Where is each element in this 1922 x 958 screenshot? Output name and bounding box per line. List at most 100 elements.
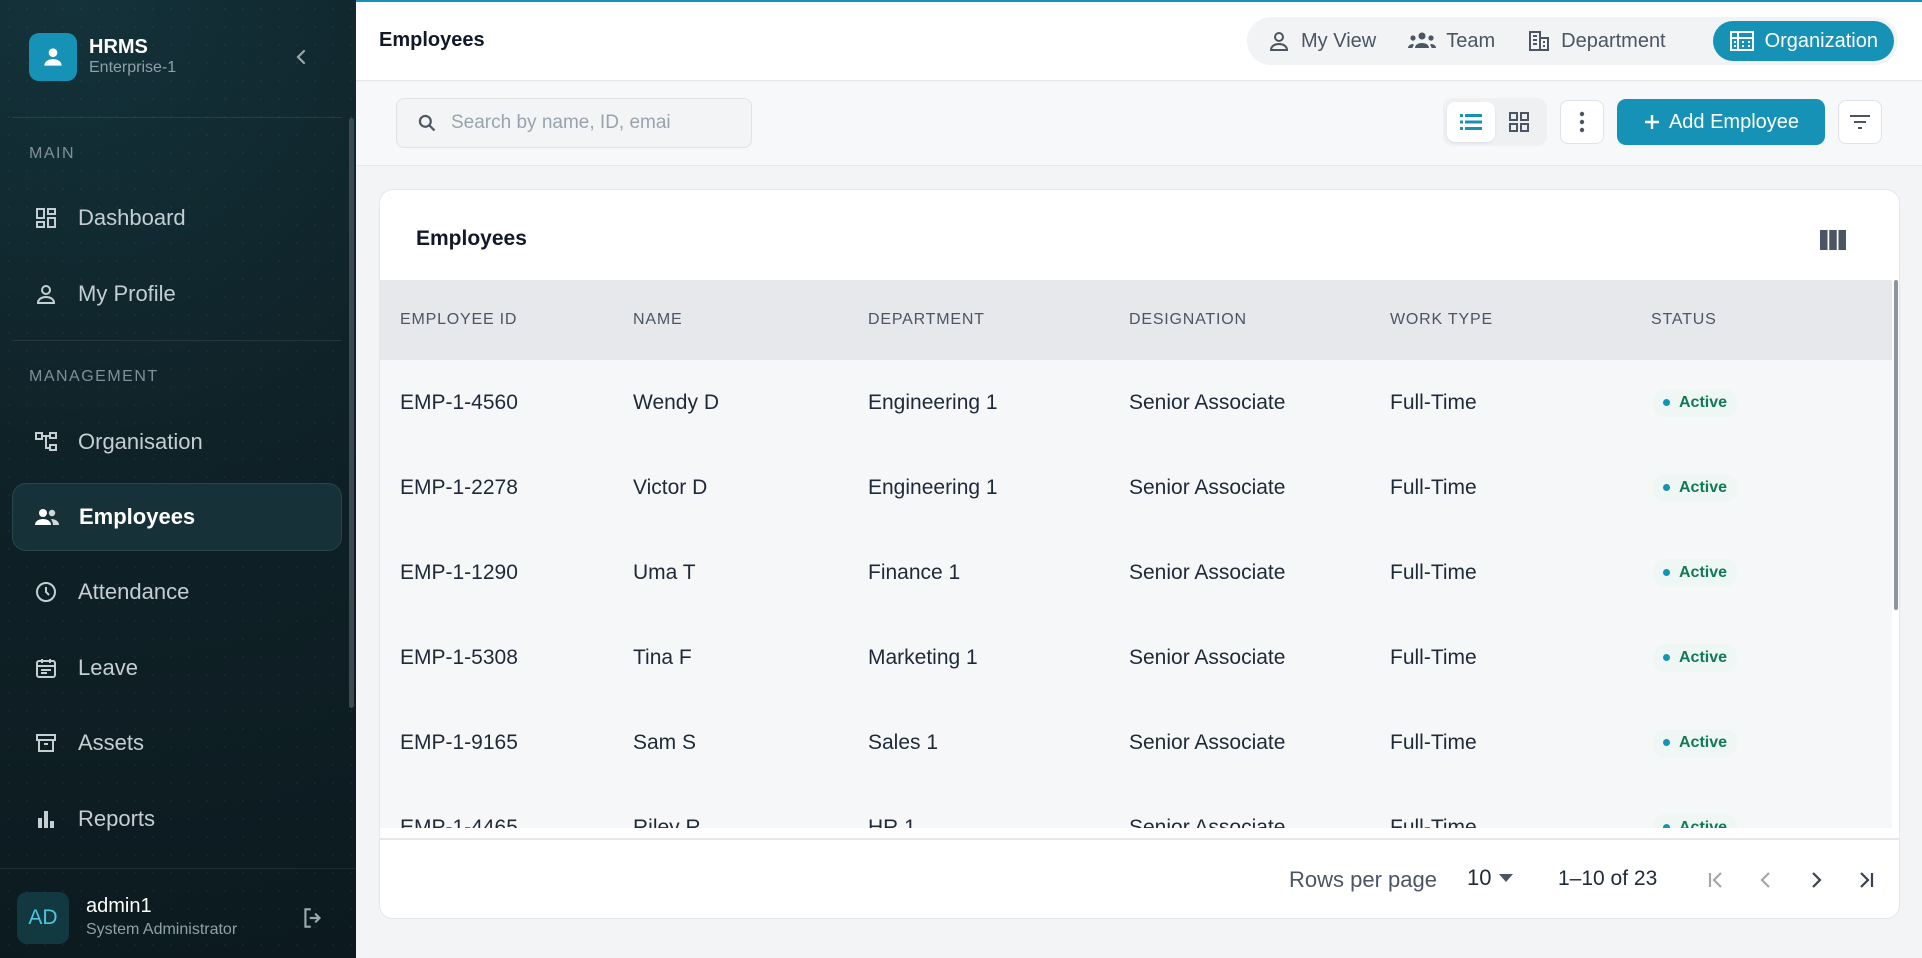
more-options-button[interactable] xyxy=(1560,100,1604,144)
list-view-button[interactable] xyxy=(1447,102,1495,142)
column-header-designation[interactable]: DESIGNATION xyxy=(1115,280,1376,360)
first-page-button[interactable] xyxy=(1698,862,1734,898)
collapse-sidebar-button[interactable] xyxy=(288,44,314,70)
tab-organization[interactable]: Organization xyxy=(1712,21,1894,61)
status-dot xyxy=(1663,399,1670,406)
cell-designation: Senior Associate xyxy=(1129,390,1286,414)
caret-down-icon xyxy=(1499,874,1514,882)
column-header-status[interactable]: STATUS xyxy=(1637,280,1892,360)
cell-designation: Senior Associate xyxy=(1129,560,1286,584)
employees-table: EMPLOYEE ID NAME DEPARTMENT DESIGNATION … xyxy=(380,280,1899,828)
status-dot xyxy=(1663,824,1670,828)
cell-work-type: Full-Time xyxy=(1390,645,1477,669)
tab-my-view[interactable]: My View xyxy=(1251,21,1392,61)
card-title: Employees xyxy=(416,227,527,250)
table-row[interactable]: EMP-1-2278 Victor D Engineering 1 Senior… xyxy=(380,445,1892,530)
pagination-range: 1–10 of 23 xyxy=(1558,867,1658,890)
filter-button[interactable] xyxy=(1838,100,1882,144)
sidebar-item-employees[interactable]: Employees xyxy=(12,483,342,551)
cell-employee-id: EMP-1-9165 xyxy=(400,730,518,754)
cell-employee-id: EMP-1-2278 xyxy=(400,475,518,499)
archive-icon xyxy=(32,729,60,757)
status-dot xyxy=(1663,569,1670,576)
next-page-button[interactable] xyxy=(1798,862,1834,898)
rows-per-page-select[interactable]: 10 xyxy=(1467,865,1514,891)
table-header: EMPLOYEE ID NAME DEPARTMENT DESIGNATION … xyxy=(380,280,1892,360)
avatar[interactable]: AD xyxy=(17,892,69,944)
tab-team[interactable]: Team xyxy=(1392,21,1511,61)
grid-view-button[interactable] xyxy=(1495,102,1543,142)
status-dot xyxy=(1663,484,1670,491)
sidebar-item-leave[interactable]: Leave xyxy=(12,634,342,702)
office-icon xyxy=(1729,31,1754,51)
sidebar-item-attendance[interactable]: Attendance xyxy=(12,558,342,626)
brand-logo-icon xyxy=(29,33,77,81)
table-row[interactable]: EMP-1-9165 Sam S Sales 1 Senior Associat… xyxy=(380,700,1892,785)
top-header: Employees My View Team Department Organi… xyxy=(356,0,1922,81)
add-employee-button[interactable]: Add Employee xyxy=(1617,99,1825,145)
cell-work-type: Full-Time xyxy=(1390,390,1477,414)
tab-department[interactable]: Department xyxy=(1511,21,1682,61)
chevron-left-icon xyxy=(1760,872,1770,888)
column-header-employee-id[interactable]: EMPLOYEE ID xyxy=(380,280,617,360)
rows-per-page-label: Rows per page xyxy=(1289,867,1437,892)
table-body: EMP-1-4560 Wendy D Engineering 1 Senior … xyxy=(380,360,1892,828)
view-column-icon xyxy=(1820,230,1846,250)
rows-per-page-value: 10 xyxy=(1467,865,1492,890)
list-icon xyxy=(1460,114,1482,130)
table-row[interactable]: EMP-1-1290 Uma T Finance 1 Senior Associ… xyxy=(380,530,1892,615)
user-name: admin1 xyxy=(86,895,152,917)
first-page-icon xyxy=(1708,872,1722,888)
sidebar-item-label: My Profile xyxy=(78,281,176,306)
previous-page-button[interactable] xyxy=(1748,862,1784,898)
group-icon xyxy=(1408,32,1437,48)
columns-button[interactable] xyxy=(1816,223,1850,257)
search-input[interactable] xyxy=(451,112,741,134)
sidebar-scrollbar[interactable] xyxy=(349,118,354,708)
table-row[interactable]: EMP-1-4465 Riley R HR 1 Senior Associate… xyxy=(380,785,1892,828)
status-badge: Active xyxy=(1653,643,1738,672)
cell-designation: Senior Associate xyxy=(1129,815,1286,829)
chevron-left-icon xyxy=(296,49,306,65)
employees-card: Employees EMPLOYEE ID NAME DEPARTMENT DE… xyxy=(379,189,1900,919)
table-row[interactable]: EMP-1-5308 Tina F Marketing 1 Senior Ass… xyxy=(380,615,1892,700)
calendar-icon xyxy=(32,654,60,682)
sidebar-item-organisation[interactable]: Organisation xyxy=(12,408,342,476)
divider xyxy=(12,340,342,341)
page-title: Employees xyxy=(379,29,485,51)
plus-icon xyxy=(1644,115,1659,129)
status-dot xyxy=(1663,739,1670,746)
add-employee-label: Add Employee xyxy=(1668,110,1800,133)
status-badge: Active xyxy=(1653,558,1738,587)
sidebar-item-label: Employees xyxy=(79,504,196,529)
cell-designation: Senior Associate xyxy=(1129,730,1286,754)
logout-icon xyxy=(304,908,322,928)
status-text: Active xyxy=(1679,393,1728,411)
toolbar: Add Employee xyxy=(356,82,1922,166)
search-icon xyxy=(418,114,436,132)
chevron-right-icon xyxy=(1812,872,1822,888)
sidebar-item-reports[interactable]: Reports xyxy=(12,785,342,853)
cell-status: Active xyxy=(1637,728,1892,757)
section-label-main: MAIN xyxy=(29,145,75,162)
logout-button[interactable] xyxy=(300,905,328,933)
user-panel: AD admin1 System Administrator xyxy=(0,868,356,958)
sidebar-item-assets[interactable]: Assets xyxy=(12,709,342,777)
sidebar-item-dashboard[interactable]: Dashboard xyxy=(12,184,342,252)
sidebar-item-label: Dashboard xyxy=(78,205,186,230)
cell-status: Active xyxy=(1637,813,1892,828)
sidebar-item-my-profile[interactable]: My Profile xyxy=(12,260,342,328)
column-header-department[interactable]: DEPARTMENT xyxy=(854,280,1115,360)
column-header-work-type[interactable]: WORK TYPE xyxy=(1376,280,1637,360)
last-page-button[interactable] xyxy=(1848,862,1884,898)
person-icon xyxy=(1269,32,1289,51)
tab-label: My View xyxy=(1301,29,1377,52)
cell-status: Active xyxy=(1637,473,1892,502)
search-box xyxy=(396,98,752,148)
cell-status: Active xyxy=(1637,643,1892,672)
last-page-icon xyxy=(1860,872,1874,888)
table-scrollbar[interactable] xyxy=(1894,280,1898,610)
tab-label: Organization xyxy=(1764,29,1878,52)
table-row[interactable]: EMP-1-4560 Wendy D Engineering 1 Senior … xyxy=(380,360,1892,445)
column-header-name[interactable]: NAME xyxy=(617,280,854,360)
